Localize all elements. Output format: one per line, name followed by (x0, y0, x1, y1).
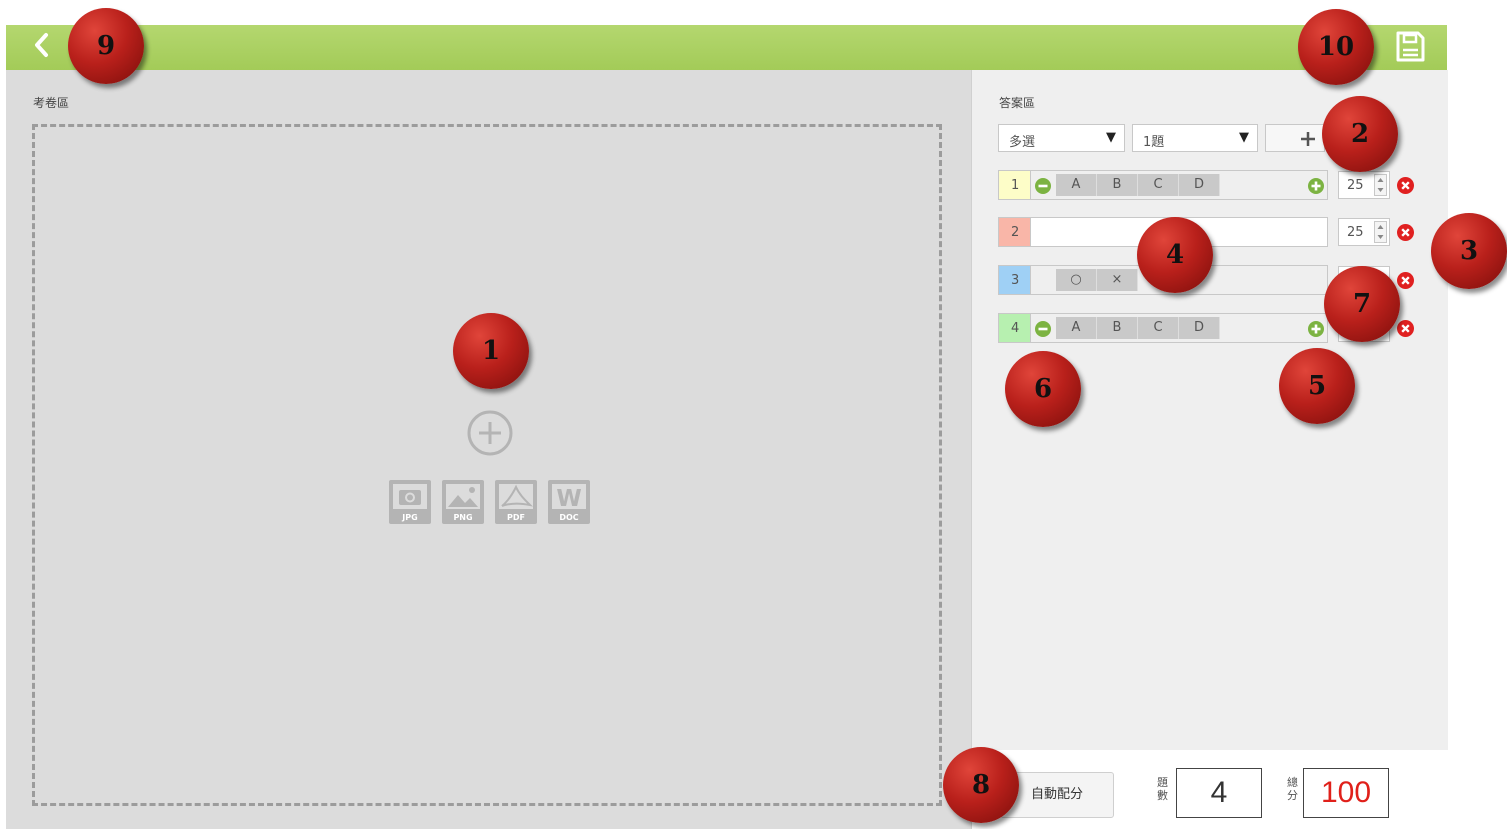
spinner-arrows[interactable] (1374, 221, 1387, 243)
score-value: 25 (1347, 178, 1364, 193)
answer-area-label: 答案區 (999, 96, 1036, 110)
callout-badge-2: 2 (1322, 96, 1398, 172)
callout-badge-6: 6 (1005, 351, 1081, 427)
question-count-select[interactable]: 1題 ▼ (1132, 124, 1258, 152)
doc-file-icon: W DOC (548, 480, 590, 524)
back-button[interactable] (32, 30, 50, 60)
remove-option-icon[interactable] (1035, 178, 1051, 194)
question-row: 4 A B C D (998, 313, 1328, 343)
callout-badge-10: 10 (1298, 9, 1374, 85)
pdf-file-icon: PDF (495, 480, 537, 524)
option-c[interactable]: C (1138, 174, 1179, 196)
top-bar (6, 25, 1447, 70)
score-stepper[interactable]: 25 (1338, 218, 1390, 246)
option-true[interactable]: ○ (1056, 269, 1097, 291)
spinner-arrows[interactable] (1374, 174, 1387, 196)
dropdown-arrow-icon: ▼ (1106, 130, 1116, 145)
delete-icon[interactable] (1397, 272, 1414, 289)
callout-badge-9: 9 (68, 8, 144, 84)
callout-badge-5: 5 (1279, 348, 1355, 424)
callout-badge-8: 8 (943, 747, 1019, 823)
png-file-icon: PNG (442, 480, 484, 524)
option-b[interactable]: B (1097, 174, 1138, 196)
callout-badge-1: 1 (453, 313, 529, 389)
question-count-value: 4 (1176, 768, 1262, 818)
pdf-label: PDF (507, 513, 525, 522)
plus-icon (1301, 132, 1315, 146)
delete-icon[interactable] (1397, 177, 1414, 194)
add-option-icon[interactable] (1308, 321, 1324, 337)
remove-option-icon[interactable] (1035, 321, 1051, 337)
option-d[interactable]: D (1179, 174, 1220, 196)
option-a[interactable]: A (1056, 174, 1097, 196)
upload-dropzone[interactable] (32, 124, 942, 806)
exam-area-label: 考卷區 (33, 96, 70, 110)
floppy-disk-icon (1396, 31, 1425, 62)
score-stepper[interactable]: 25 (1338, 171, 1390, 199)
delete-icon[interactable] (1397, 224, 1414, 241)
question-row: 1 A B C D (998, 170, 1328, 200)
jpg-file-icon: JPG (389, 480, 431, 524)
question-count-label: 題數 (1157, 776, 1168, 802)
total-score-label: 總分 (1287, 776, 1298, 802)
delete-icon[interactable] (1397, 320, 1414, 337)
jpg-label: JPG (401, 513, 417, 522)
option-false[interactable]: × (1097, 269, 1138, 291)
add-option-icon[interactable] (1308, 178, 1324, 194)
svg-text:W: W (556, 486, 581, 512)
question-number: 2 (999, 218, 1031, 246)
dropdown-arrow-icon: ▼ (1239, 130, 1249, 145)
option-a[interactable]: A (1056, 317, 1097, 339)
add-question-button[interactable] (1265, 124, 1325, 152)
question-number: 3 (999, 266, 1031, 294)
doc-label: DOC (559, 513, 578, 522)
callout-badge-3: 3 (1431, 213, 1507, 289)
question-count-value: 1題 (1143, 135, 1165, 150)
question-number: 1 (999, 171, 1031, 199)
plus-circle-icon[interactable] (465, 408, 515, 458)
save-button[interactable] (1394, 30, 1426, 64)
png-label: PNG (453, 513, 472, 522)
option-c[interactable]: C (1138, 317, 1179, 339)
question-type-select[interactable]: 多選 ▼ (998, 124, 1125, 152)
option-d[interactable]: D (1179, 317, 1220, 339)
score-value: 25 (1347, 225, 1364, 240)
total-score-value: 100 (1303, 768, 1389, 818)
file-type-icons: JPG PNG PDF W DOC (388, 479, 593, 525)
callout-badge-4: 4 (1137, 217, 1213, 293)
chevron-left-icon (35, 33, 48, 57)
question-type-value: 多選 (1009, 135, 1036, 150)
question-number: 4 (999, 314, 1031, 342)
option-b[interactable]: B (1097, 317, 1138, 339)
callout-badge-7: 7 (1324, 266, 1400, 342)
